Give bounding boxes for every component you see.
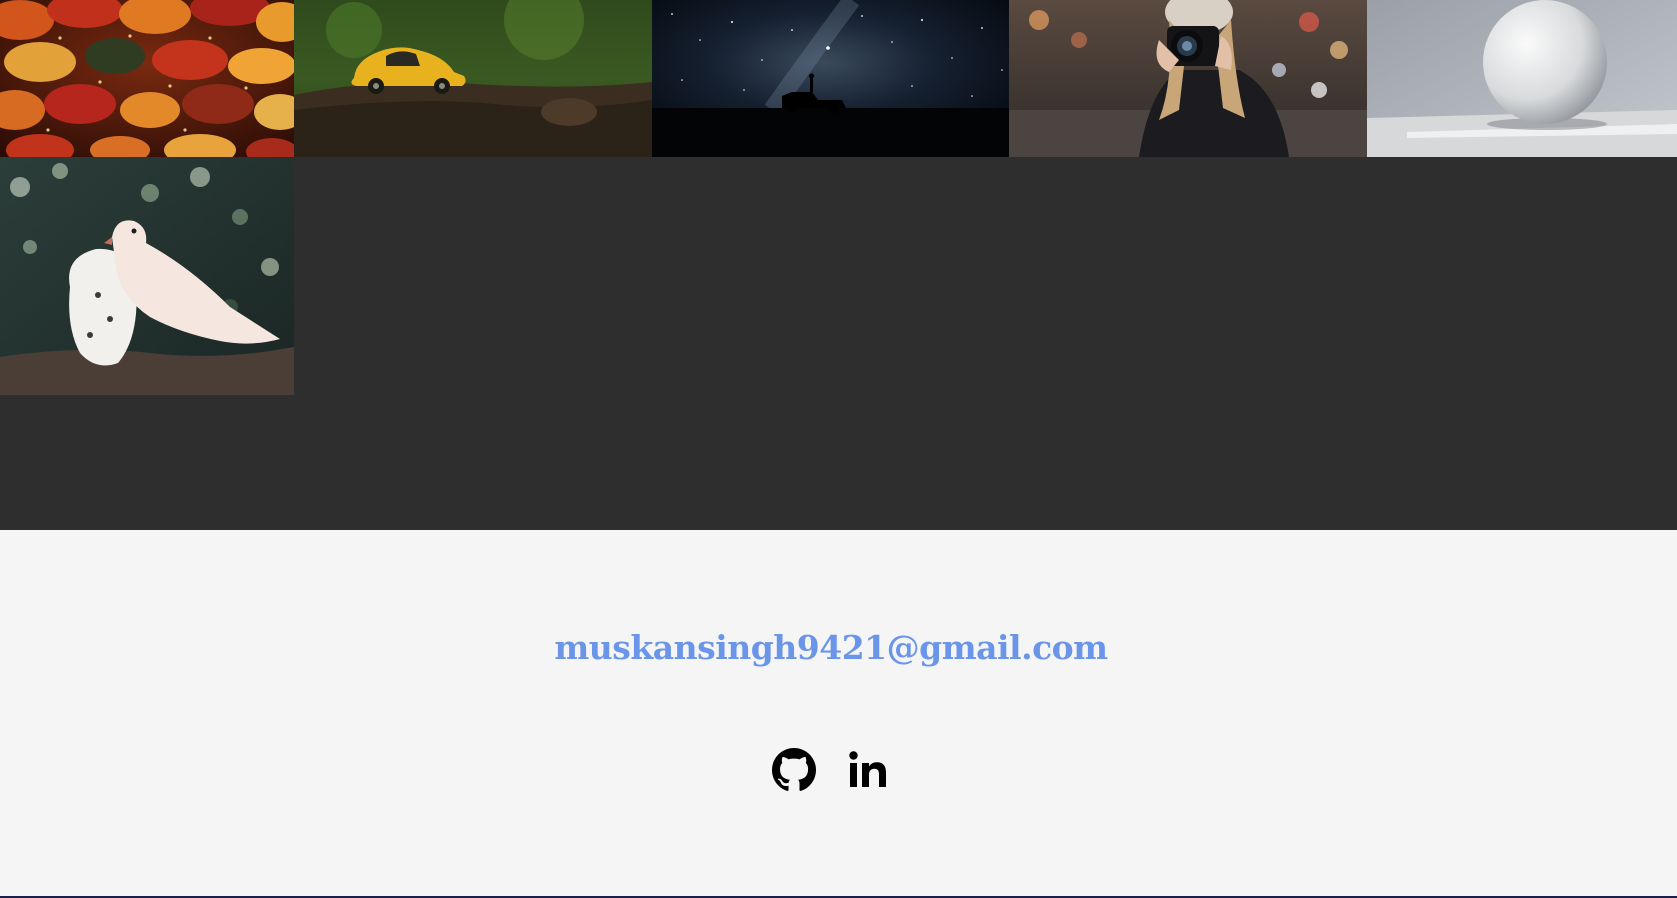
gallery-photo-umbrellas[interactable] bbox=[0, 0, 294, 157]
github-link[interactable] bbox=[772, 748, 816, 792]
social-links bbox=[0, 748, 1662, 792]
photo-gallery bbox=[0, 0, 1677, 530]
github-icon bbox=[772, 748, 816, 792]
linkedin-link[interactable] bbox=[846, 748, 890, 792]
contact-email-link[interactable]: muskansingh9421@gmail.com bbox=[0, 628, 1662, 667]
footer: muskansingh9421@gmail.com bbox=[0, 530, 1677, 896]
gallery-photo-night-sky[interactable] bbox=[652, 0, 1009, 157]
linkedin-icon bbox=[846, 748, 890, 792]
gallery-photo-yellow-car[interactable] bbox=[294, 0, 652, 157]
gallery-photo-white-doves[interactable] bbox=[0, 157, 294, 395]
gallery-photo-white-sphere[interactable] bbox=[1367, 0, 1677, 157]
gallery-photo-photographer[interactable] bbox=[1009, 0, 1367, 157]
